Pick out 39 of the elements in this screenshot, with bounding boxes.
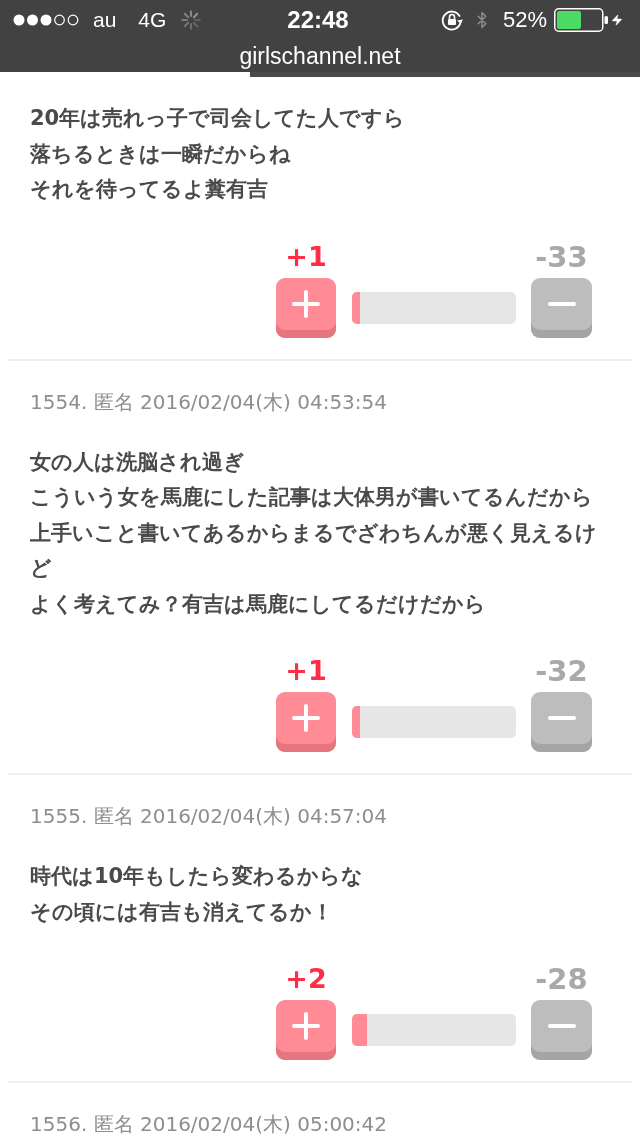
minus-count: -32 bbox=[535, 656, 588, 686]
comment-meta: 1555. 匿名 2016/02/04(木) 04:57:04 bbox=[30, 806, 388, 826]
page-url[interactable]: girlschannel.net bbox=[239, 42, 401, 70]
comment-meta: 1556. 匿名 2016/02/04(木) 05:00:42 bbox=[30, 1114, 388, 1134]
minus-button[interactable] bbox=[531, 1000, 592, 1060]
comment-meta: 1554. 匿名 2016/02/04(木) 04:53:54 bbox=[30, 391, 388, 412]
minus-button[interactable] bbox=[531, 277, 592, 338]
plus-icon bbox=[292, 289, 320, 318]
comment-line: こういう女を馬鹿にした記事は大体男が書いてるんだから bbox=[30, 484, 594, 511]
minus-count: -33 bbox=[535, 241, 588, 272]
plus-icon bbox=[292, 1012, 320, 1040]
network-type: 4G bbox=[138, 8, 167, 32]
comment-line: 落ちるときは一瞬だからね bbox=[30, 140, 292, 168]
carrier-name: au bbox=[93, 8, 117, 32]
plus-button[interactable] bbox=[276, 1000, 336, 1060]
comment-line: 上手いこと書いてあるからまるでざわちんが悪く見えるけど bbox=[30, 519, 598, 582]
minus-icon bbox=[547, 301, 576, 306]
plus-count: +1 bbox=[285, 656, 327, 686]
plus-icon bbox=[292, 704, 320, 732]
comment-line: よく考えてみ？有吉は馬鹿にしてるだけだから bbox=[30, 590, 487, 618]
comment-line: 時代は10年もしたら変わるからな bbox=[30, 863, 365, 890]
activity-spinner-icon bbox=[181, 10, 202, 30]
clock-time: 22:48 bbox=[287, 6, 349, 34]
comment-line: それを待ってるよ糞有吉 bbox=[30, 176, 269, 203]
plus-count: +2 bbox=[285, 964, 327, 994]
minus-icon bbox=[547, 1024, 576, 1028]
comment-line: その頃には有吉も消えてるか！ bbox=[30, 898, 334, 926]
battery-percentage: 52% bbox=[502, 7, 547, 33]
comment-line: 女の人は洗脳され過ぎ bbox=[30, 448, 246, 476]
minus-icon bbox=[547, 716, 576, 720]
minus-button[interactable] bbox=[531, 692, 592, 752]
rotation-lock-icon bbox=[439, 8, 464, 32]
comment-line: 20年は売れっ子で司会してた人ですら bbox=[30, 105, 407, 132]
battery-icon bbox=[554, 8, 609, 32]
signal-strength-icon bbox=[13, 14, 79, 26]
plus-count: +1 bbox=[285, 241, 327, 272]
plus-button[interactable] bbox=[276, 277, 336, 338]
plus-button[interactable] bbox=[276, 692, 336, 752]
minus-count: -28 bbox=[535, 964, 588, 994]
